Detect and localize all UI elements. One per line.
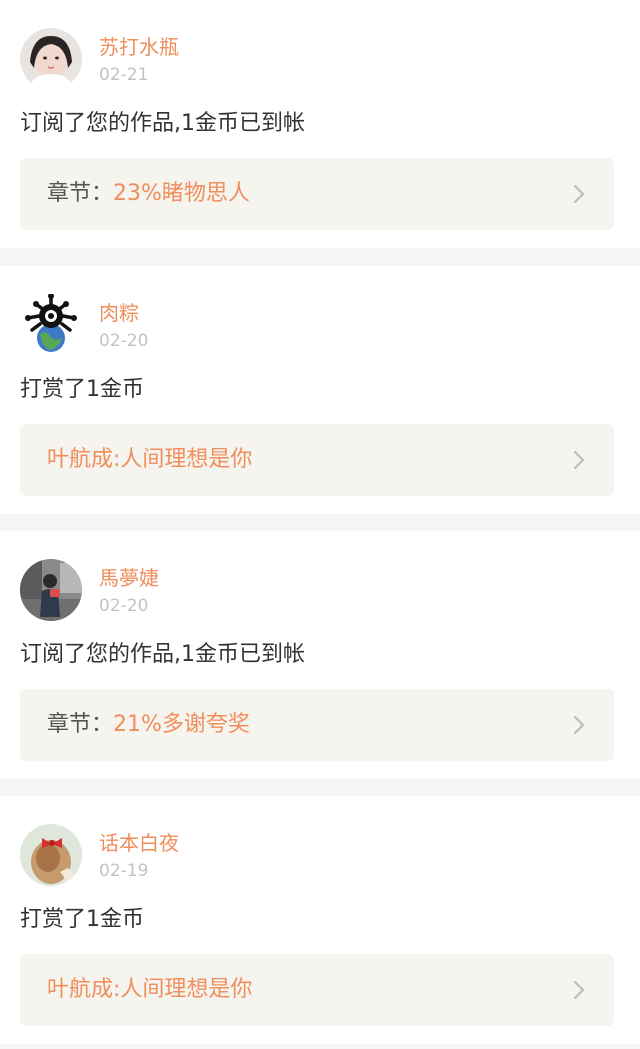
street-photo-avatar-icon — [20, 559, 82, 621]
user-avatar[interactable] — [20, 294, 82, 356]
work-link-text: 章节：21%多谢夸奖 — [47, 689, 250, 761]
timestamp: 02-21 — [99, 65, 149, 85]
work-link-box[interactable]: 章节：23%睹物思人 — [20, 158, 614, 230]
activity-message: 订阅了您的作品,1金币已到帐 — [20, 642, 305, 667]
portrait-avatar-icon — [20, 28, 82, 90]
user-avatar[interactable] — [20, 559, 82, 621]
username[interactable]: 馬夢婕 — [99, 564, 159, 592]
notification-card: 苏打水瓶 02-21 订阅了您的作品,1金币已到帐 章节：23%睹物思人 — [0, 0, 640, 248]
work-title: 23%睹物思人 — [113, 181, 250, 206]
work-link-text: 叶航成:人间理想是你 — [47, 954, 252, 1026]
timestamp: 02-20 — [99, 596, 149, 616]
work-title: 叶航成:人间理想是你 — [47, 447, 253, 472]
work-link-box[interactable]: 叶航成:人间理想是你 — [20, 954, 614, 1026]
chapter-prefix: 章节： — [47, 712, 114, 737]
user-avatar[interactable] — [20, 28, 82, 90]
timestamp: 02-19 — [99, 861, 149, 881]
chapter-prefix: 章节： — [47, 181, 114, 206]
hair-bow-avatar-icon — [20, 824, 82, 886]
activity-message: 订阅了您的作品,1金币已到帐 — [20, 111, 305, 136]
notification-card: 肉粽 02-20 打赏了1金币 叶航成:人间理想是你 — [0, 266, 640, 514]
notification-card: 馬夢婕 02-20 订阅了您的作品,1金币已到帐 章节：21%多谢夸奖 — [0, 531, 640, 779]
cartoon-globe-avatar-icon — [20, 294, 82, 356]
timestamp: 02-20 — [99, 331, 149, 351]
activity-message: 打赏了1金币 — [20, 907, 144, 932]
chevron-right-icon — [568, 979, 590, 1001]
chevron-right-icon — [568, 183, 590, 205]
work-link-box[interactable]: 章节：21%多谢夸奖 — [20, 689, 614, 761]
work-link-box[interactable]: 叶航成:人间理想是你 — [20, 424, 614, 496]
username[interactable]: 话本白夜 — [99, 829, 179, 857]
chevron-right-icon — [568, 714, 590, 736]
work-link-text: 章节：23%睹物思人 — [47, 158, 250, 230]
notification-card: 话本白夜 02-19 打赏了1金币 叶航成:人间理想是你 — [0, 796, 640, 1044]
activity-message: 打赏了1金币 — [20, 377, 144, 402]
work-title: 叶航成:人间理想是你 — [47, 977, 253, 1002]
notification-feed: 苏打水瓶 02-21 订阅了您的作品,1金币已到帐 章节：23%睹物思人 肉粽 … — [0, 0, 640, 1049]
username[interactable]: 苏打水瓶 — [99, 33, 179, 61]
username[interactable]: 肉粽 — [99, 299, 139, 327]
work-title: 21%多谢夸奖 — [113, 712, 250, 737]
work-link-text: 叶航成:人间理想是你 — [47, 424, 252, 496]
chevron-right-icon — [568, 449, 590, 471]
user-avatar[interactable] — [20, 824, 82, 886]
